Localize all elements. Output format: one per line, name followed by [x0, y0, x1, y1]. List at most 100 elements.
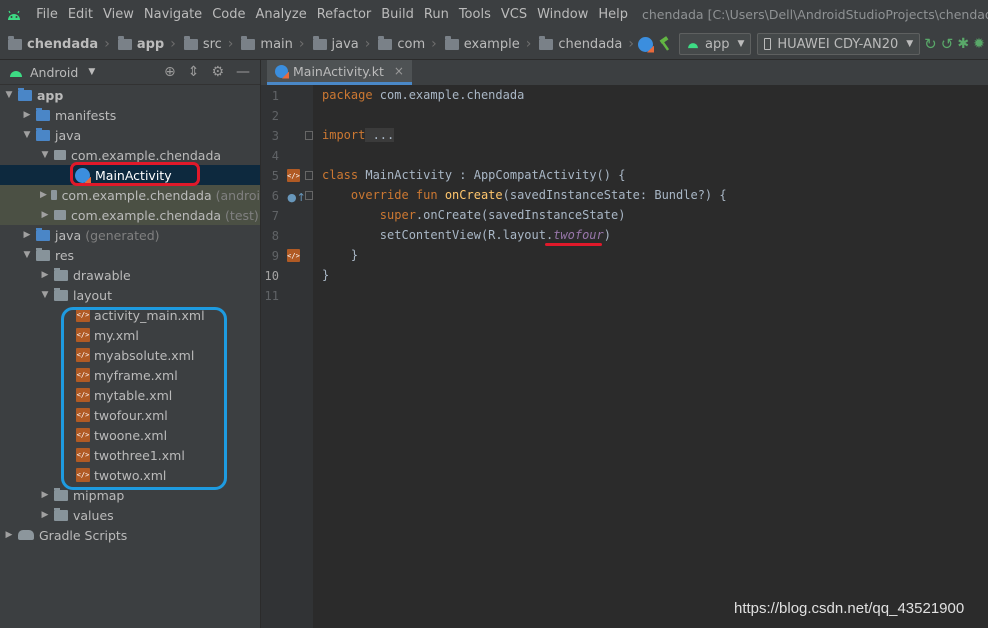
- override-gutter-icon[interactable]: ●↑: [287, 191, 306, 204]
- highlight-red-underline: [545, 243, 602, 246]
- breadcrumb-project[interactable]: chendada ›: [0, 35, 110, 52]
- code-line: super.onCreate(savedInstanceState): [322, 208, 626, 222]
- menu-view[interactable]: View: [99, 7, 138, 22]
- code-line: }: [322, 248, 359, 262]
- collapse-triangle-icon[interactable]: ▶: [40, 510, 50, 520]
- menu-window[interactable]: Window: [533, 7, 592, 22]
- apply-changes-icon[interactable]: ↺: [941, 33, 954, 55]
- menu-run[interactable]: Run: [420, 7, 453, 22]
- breadcrumb-com[interactable]: com ›: [370, 35, 437, 52]
- chevron-down-icon[interactable]: ▼: [88, 67, 95, 77]
- expand-triangle-icon[interactable]: ▼: [22, 130, 32, 140]
- breadcrumb-java[interactable]: java ›: [305, 35, 370, 52]
- menu-file[interactable]: File: [32, 7, 62, 22]
- breadcrumb-app[interactable]: app ›: [110, 35, 176, 52]
- expand-triangle-icon[interactable]: ▼: [40, 290, 50, 300]
- breadcrumb-chendada[interactable]: chendada ›: [531, 35, 634, 52]
- close-tab-icon[interactable]: ×: [394, 64, 404, 78]
- navigation-bar: chendada › app › src › main › java › com › exa…: [0, 29, 988, 60]
- phone-icon: [764, 38, 772, 50]
- window-title: chendada [C:\Users\Dell\AndroidStudioPro…: [642, 7, 988, 22]
- tree-item-java[interactable]: ▼ java: [0, 125, 260, 145]
- rerun-icon[interactable]: ↻: [924, 33, 937, 55]
- collapse-triangle-icon[interactable]: ▶: [40, 190, 47, 200]
- breadcrumb-main[interactable]: main ›: [233, 35, 305, 52]
- editor-gutter: 1 2 3 4 5 6 7 8 9 10 11 </> ●↑ </>: [261, 85, 313, 628]
- collapse-triangle-icon[interactable]: ▶: [22, 230, 32, 240]
- tab-mainactivity[interactable]: MainActivity.kt ×: [267, 60, 412, 85]
- device-select[interactable]: HUAWEI CDY-AN20 ▼: [757, 33, 921, 55]
- menu-analyze[interactable]: Analyze: [251, 7, 310, 22]
- expand-triangle-icon[interactable]: ▼: [40, 150, 50, 160]
- tree-item-layout[interactable]: ▼ layout: [0, 285, 260, 305]
- collapse-triangle-icon[interactable]: ▶: [22, 110, 32, 120]
- android-studio-logo-icon: [6, 6, 22, 24]
- collapse-triangle-icon[interactable]: ▶: [40, 270, 50, 280]
- fold-method-icon[interactable]: [305, 191, 313, 200]
- tree-item-values[interactable]: ▶ values: [0, 505, 260, 525]
- bug-icon[interactable]: ✹: [973, 33, 985, 55]
- breadcrumb-src[interactable]: src ›: [176, 35, 233, 52]
- collapse-triangle-icon[interactable]: ▶: [40, 490, 50, 500]
- code-line: import ...: [322, 128, 395, 142]
- activity-layout-gutter-icon[interactable]: </>: [287, 169, 304, 182]
- build-hammer-icon[interactable]: [657, 33, 673, 55]
- tree-item-res[interactable]: ▼ res: [0, 245, 260, 265]
- expand-triangle-icon[interactable]: ▼: [22, 250, 32, 260]
- line-number: 10: [264, 269, 279, 283]
- code-editor[interactable]: package com.example.chendada import ... …: [313, 85, 988, 628]
- folder-icon: [54, 487, 68, 501]
- project-view-select[interactable]: Android: [30, 65, 78, 80]
- line-number: 9: [271, 249, 279, 263]
- folder-icon: [378, 35, 393, 50]
- tree-item-drawable[interactable]: ▶ drawable: [0, 265, 260, 285]
- expand-triangle-icon[interactable]: ▼: [4, 90, 14, 100]
- collapse-all-icon[interactable]: ⇕: [188, 64, 200, 80]
- line-number: 6: [271, 189, 279, 203]
- line-number: 8: [271, 229, 279, 243]
- tree-item-java-generated[interactable]: ▶ java (generated): [0, 225, 260, 245]
- line-number: 11: [264, 289, 279, 303]
- code-line: class MainActivity : AppCompatActivity()…: [322, 168, 626, 182]
- module-folder-icon: [18, 87, 32, 101]
- fold-class-icon[interactable]: [305, 171, 313, 180]
- android-icon: [10, 71, 22, 77]
- menu-code[interactable]: Code: [208, 7, 249, 22]
- package-icon: [54, 150, 66, 160]
- menu-navigate[interactable]: Navigate: [140, 7, 206, 22]
- code-line: override fun onCreate(savedInstanceState…: [322, 188, 727, 202]
- gear-icon[interactable]: ⚙: [211, 64, 224, 80]
- folder-icon: [241, 35, 256, 50]
- kotlin-file-icon: [275, 64, 288, 78]
- tree-item-manifests[interactable]: ▶ manifests: [0, 105, 260, 125]
- collapse-triangle-icon[interactable]: ▶: [4, 530, 14, 540]
- locate-target-icon[interactable]: ⊕: [164, 64, 176, 80]
- breadcrumb-example[interactable]: example ›: [437, 35, 531, 52]
- fold-import-icon[interactable]: [305, 131, 313, 140]
- highlight-red-box: [70, 162, 200, 186]
- folder-icon: [54, 287, 68, 301]
- menu-build[interactable]: Build: [377, 7, 418, 22]
- menu-help[interactable]: Help: [594, 7, 632, 22]
- layout-gutter-icon[interactable]: </>: [287, 249, 304, 262]
- tree-item-app[interactable]: ▼ app: [0, 85, 260, 105]
- line-number: 1: [271, 89, 279, 103]
- hide-panel-icon[interactable]: —: [236, 64, 250, 80]
- kotlin-class-icon[interactable]: [637, 33, 653, 55]
- watermark: https://blog.csdn.net/qq_43521900: [734, 600, 965, 617]
- tree-item-package-androidtest[interactable]: ▶ com.example.chendada (androi: [0, 185, 260, 205]
- collapse-triangle-icon[interactable]: ▶: [40, 210, 50, 220]
- tree-item-package-test[interactable]: ▶ com.example.chendada (test): [0, 205, 260, 225]
- menu-edit[interactable]: Edit: [64, 7, 97, 22]
- tree-item-gradle-scripts[interactable]: ▶ Gradle Scripts: [0, 525, 260, 545]
- folder-icon: [539, 35, 554, 50]
- menu-vcs[interactable]: VCS: [497, 7, 531, 22]
- gradle-elephant-icon: [18, 530, 34, 540]
- project-panel-header: Android ▼ ⊕ ⇕ ⚙ —: [0, 60, 260, 85]
- highlight-blue-box: [61, 307, 227, 490]
- debug-bug-icon[interactable]: ✱: [957, 33, 969, 55]
- menu-tools[interactable]: Tools: [455, 7, 495, 22]
- package-icon: [50, 190, 57, 200]
- run-config-select[interactable]: app ▼: [678, 33, 752, 55]
- menu-refactor[interactable]: Refactor: [313, 7, 376, 22]
